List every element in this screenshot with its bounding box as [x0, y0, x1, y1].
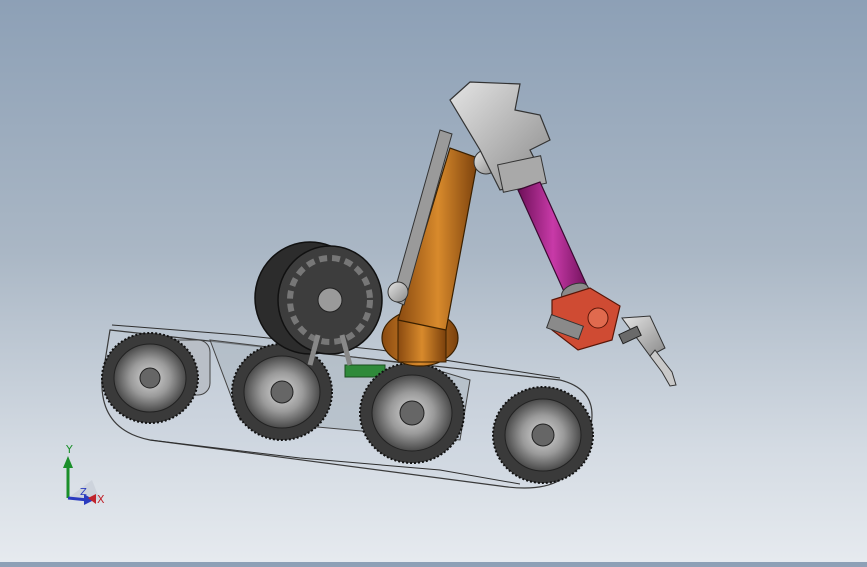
graphics-viewport[interactable] — [0, 0, 867, 562]
y-axis-label: Y — [66, 443, 73, 456]
z-axis-label: Z — [80, 487, 87, 498]
robot-forearm — [517, 181, 589, 302]
robot-wrist — [545, 287, 621, 351]
coordinate-triad — [52, 440, 122, 510]
welding-torch — [618, 315, 677, 387]
drive-wheel-4 — [492, 386, 594, 484]
robot-model[interactable] — [0, 0, 867, 562]
axis-triad-icon — [63, 456, 100, 505]
robot-arm-lower — [381, 129, 499, 367]
x-axis-label: X — [97, 493, 105, 506]
drive-wheel-2 — [231, 343, 333, 441]
drive-wheel-3 — [359, 362, 465, 464]
drive-wheel-1 — [101, 332, 199, 424]
